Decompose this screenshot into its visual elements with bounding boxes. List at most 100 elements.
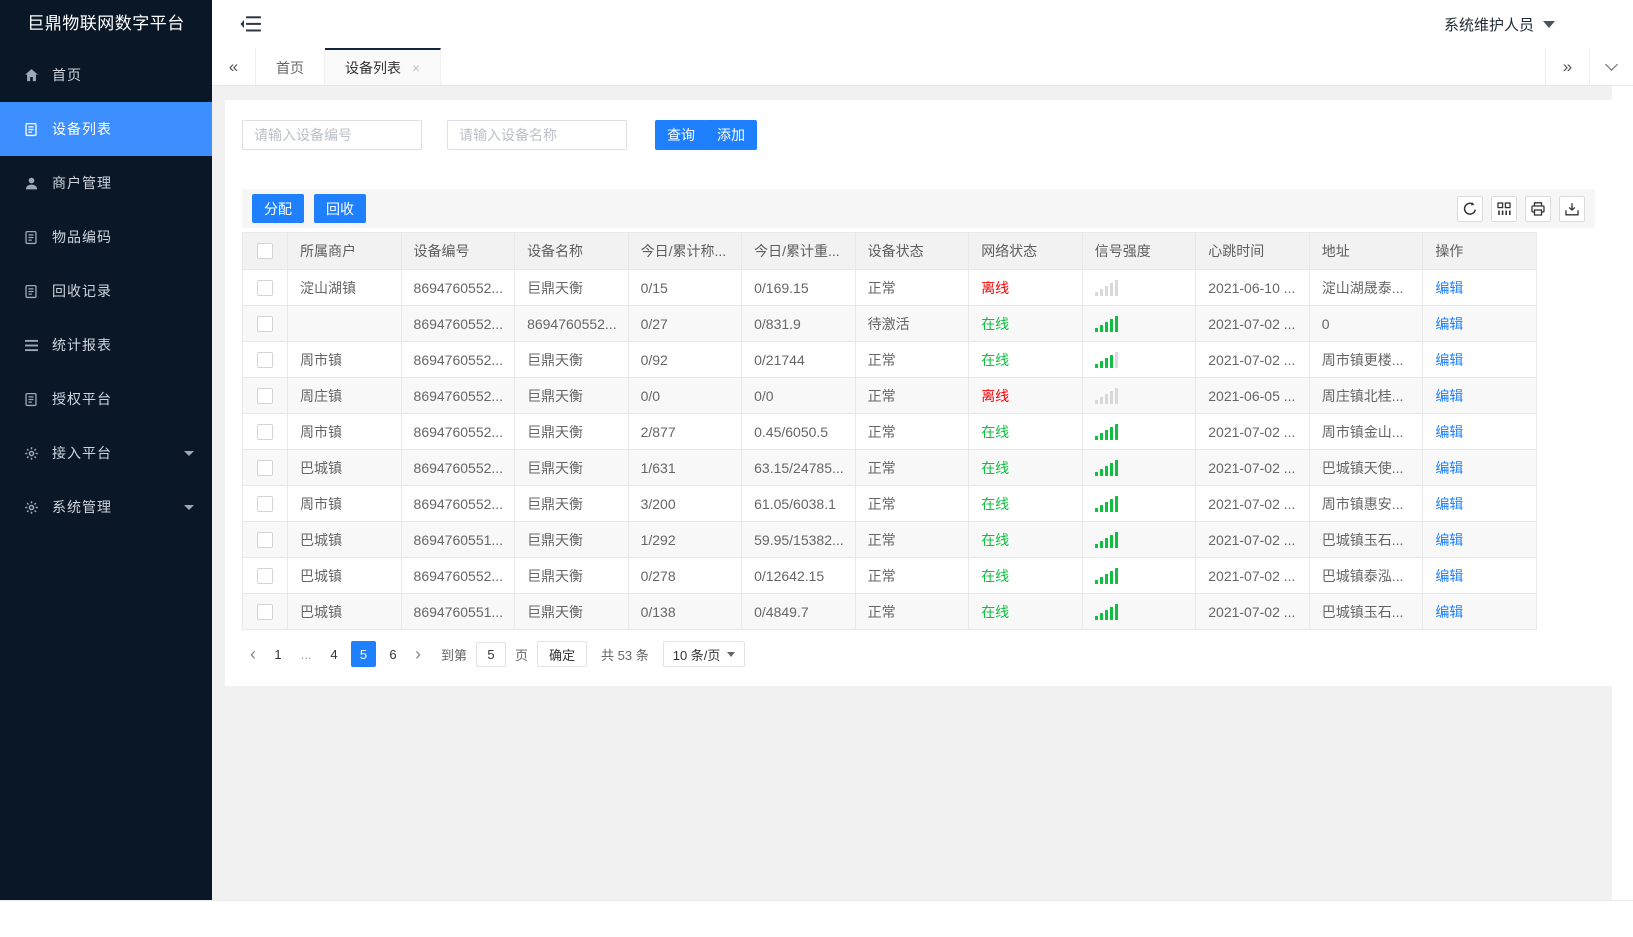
- cell-action: 编辑: [1422, 377, 1537, 414]
- edit-link[interactable]: 编辑: [1435, 496, 1463, 512]
- sidebar-item-recycle-record[interactable]: 回收记录: [0, 264, 212, 318]
- edit-link[interactable]: 编辑: [1435, 280, 1463, 296]
- pagination: ‹ 1... 456 › 到第 页 确定 共 53 条 10 条/页: [242, 639, 746, 669]
- vertical-scrollbar[interactable]: [1612, 86, 1633, 900]
- page-size-select[interactable]: 10 条/页: [662, 641, 746, 667]
- table-row: 淀山湖镇 8694760552... 巨鼎天衡 0/15 0/169.15 正常 离线 202…: [242, 269, 1537, 306]
- cell-action: 编辑: [1422, 413, 1537, 450]
- row-checkbox[interactable]: [257, 279, 273, 296]
- cell-today-total-weight: 63.15/24785...: [741, 449, 856, 486]
- confirm-button[interactable]: 确定: [537, 641, 588, 667]
- row-checkbox[interactable]: [257, 315, 273, 332]
- sidebar-fold-icon[interactable]: [240, 15, 262, 33]
- print-icon[interactable]: [1525, 195, 1551, 222]
- cell-today-total-count: 0/15: [627, 269, 743, 306]
- cell-device-no: 8694760552...: [400, 341, 516, 378]
- sidebar-item-label: 物品编码: [52, 229, 112, 245]
- recycle-button[interactable]: 回收: [314, 194, 366, 223]
- edit-link[interactable]: 编辑: [1435, 460, 1463, 476]
- tab-home[interactable]: 首页: [256, 48, 325, 85]
- tabs-scroll-right-icon[interactable]: »: [1545, 48, 1589, 85]
- user-menu[interactable]: 系统维护人员: [1444, 0, 1555, 48]
- row-checkbox[interactable]: [257, 495, 273, 512]
- column-header-6: 网络状态: [968, 232, 1083, 270]
- edit-link[interactable]: 编辑: [1435, 352, 1463, 368]
- row-checkbox[interactable]: [257, 531, 273, 548]
- device-name-input[interactable]: [447, 120, 627, 150]
- tab-spacer: [441, 48, 1545, 85]
- cell-device-no: 8694760552...: [400, 557, 516, 594]
- device-no-input[interactable]: [242, 120, 422, 150]
- add-button[interactable]: 添加: [705, 120, 757, 150]
- sidebar-item-device-list[interactable]: 设备列表: [0, 102, 212, 156]
- cell-today-total-weight: 0/169.15: [741, 269, 856, 306]
- cell-device-no: 8694760552...: [400, 485, 516, 522]
- table-header-row: 所属商户 设备编号 设备名称 今日/累计称... 今日/累计重... 设备状态 网络状态 信号…: [242, 232, 1537, 270]
- row-checkbox[interactable]: [257, 603, 273, 620]
- close-icon[interactable]: ×: [412, 61, 420, 75]
- cell-today-total-count: 0/27: [627, 305, 743, 342]
- tabs-scroll-left-icon[interactable]: «: [212, 48, 256, 85]
- row-checkbox[interactable]: [257, 423, 273, 440]
- assign-button[interactable]: 分配: [252, 194, 304, 223]
- home-icon: [24, 68, 41, 83]
- signal-bars-icon: [1094, 351, 1184, 368]
- page-button-6[interactable]: 6: [382, 641, 404, 667]
- cell-action: 编辑: [1422, 521, 1537, 558]
- row-checkbox[interactable]: [257, 567, 273, 584]
- tabs-menu-icon[interactable]: [1589, 48, 1633, 85]
- cell-today-total-count: 2/877: [627, 413, 743, 450]
- sidebar-item-system-mgmt[interactable]: 系统管理: [0, 480, 212, 534]
- cell-today-total-weight: 0/4849.7: [741, 593, 856, 630]
- device-list-panel: 查询 添加 分配 回收 所属商户设备编号设备名称今日/累计称...今日/累计重.…: [225, 100, 1612, 686]
- cell-heartbeat-time: 2021-07-02 ...: [1195, 485, 1310, 522]
- export-icon[interactable]: [1559, 195, 1585, 222]
- cell-action: 编辑: [1422, 593, 1537, 630]
- query-button[interactable]: 查询: [655, 120, 707, 150]
- caret-down-icon: [1543, 20, 1555, 28]
- sidebar-item-access-platform[interactable]: 接入平台: [0, 426, 212, 480]
- page-button-1[interactable]: 1: [267, 641, 289, 667]
- cell-today-total-weight: 0/831.9: [741, 305, 856, 342]
- cell-device-status: 待激活: [854, 305, 970, 342]
- cell-heartbeat-time: 2021-07-02 ...: [1195, 593, 1310, 630]
- edit-link[interactable]: 编辑: [1435, 604, 1463, 620]
- caret-down-icon: [184, 451, 194, 456]
- page-button-5[interactable]: 5: [351, 641, 376, 667]
- sidebar-item-stats-report[interactable]: 统计报表: [0, 318, 212, 372]
- page-button-4[interactable]: 4: [323, 641, 345, 667]
- cell-address: 周庄镇北桂...: [1308, 377, 1424, 414]
- cell-network-status: 在线: [968, 413, 1083, 450]
- horizontal-scrollbar[interactable]: [0, 900, 1633, 937]
- prev-page-icon[interactable]: ‹: [250, 645, 256, 663]
- top-header: 系统维护人员: [212, 0, 1633, 48]
- sidebar-item-auth-platform[interactable]: 授权平台: [0, 372, 212, 426]
- columns-icon[interactable]: [1491, 195, 1517, 222]
- sidebar-item-home[interactable]: 首页: [0, 48, 212, 102]
- cell-device-no: 8694760552...: [400, 449, 516, 486]
- row-checkbox[interactable]: [257, 459, 273, 476]
- row-select-cell: [242, 377, 288, 414]
- cell-merchant: 淀山湖镇: [287, 269, 402, 306]
- tab-device-list[interactable]: 设备列表 ×: [325, 48, 442, 85]
- cell-signal-strength: [1081, 521, 1197, 558]
- edit-link[interactable]: 编辑: [1435, 388, 1463, 404]
- cell-device-no: 8694760552...: [400, 377, 516, 414]
- edit-link[interactable]: 编辑: [1435, 424, 1463, 440]
- cell-device-name: 巨鼎天衡: [514, 557, 629, 594]
- edit-link[interactable]: 编辑: [1435, 316, 1463, 332]
- cell-device-status: 正常: [854, 593, 970, 630]
- jump-page-input[interactable]: [476, 641, 507, 667]
- next-page-icon[interactable]: ›: [415, 645, 421, 663]
- edit-link[interactable]: 编辑: [1435, 532, 1463, 548]
- sidebar-item-item-code[interactable]: 物品编码: [0, 210, 212, 264]
- refresh-icon[interactable]: [1457, 195, 1483, 222]
- edit-link[interactable]: 编辑: [1435, 568, 1463, 584]
- sidebar-item-merchant-mgmt[interactable]: 商户管理: [0, 156, 212, 210]
- cell-device-status: 正常: [854, 377, 970, 414]
- select-all-checkbox[interactable]: [257, 243, 273, 259]
- cell-network-status: 在线: [968, 449, 1083, 486]
- row-checkbox[interactable]: [257, 351, 273, 368]
- row-checkbox[interactable]: [257, 387, 273, 404]
- signal-bars-icon: [1094, 531, 1184, 548]
